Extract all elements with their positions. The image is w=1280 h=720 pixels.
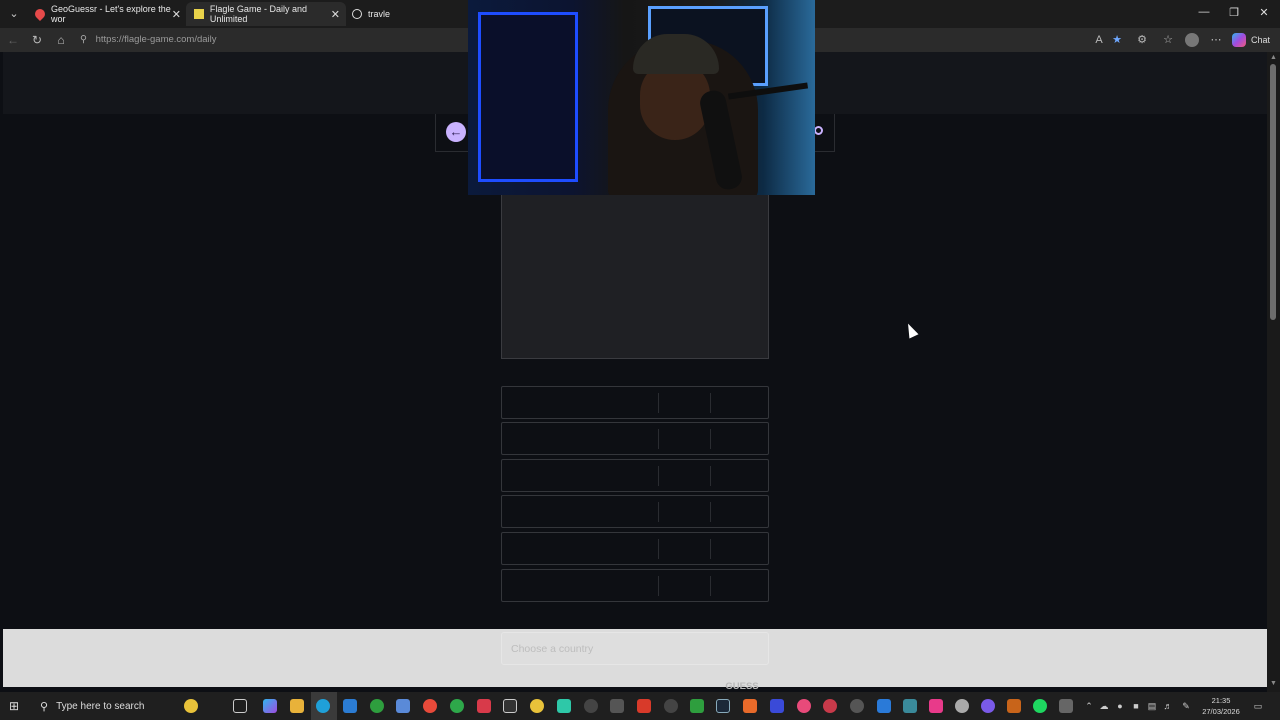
clock[interactable]: 21:35 27/03/2026	[1201, 695, 1241, 717]
back-arrow-icon[interactable]: ←	[5, 32, 21, 48]
task-view-icon[interactable]	[233, 699, 247, 713]
extensions-icon[interactable]: ⚙	[1135, 33, 1149, 47]
more-menu-icon[interactable]: ⋯	[1209, 33, 1223, 47]
chrome-icon[interactable]	[423, 699, 437, 713]
profile-avatar[interactable]	[1185, 33, 1199, 47]
app-tray-icon[interactable]: ■	[1130, 700, 1142, 712]
tab-flagle[interactable]: Flagle Game - Daily and Unlimited ✕	[186, 2, 346, 26]
windows-taskbar: ⊞ ⚲ Type here to search ⌃ ☁ ● ■ ▤ ♬ ✎ 21…	[0, 692, 1280, 720]
app-icon[interactable]	[637, 699, 651, 713]
edge-icon[interactable]	[316, 699, 330, 713]
store-icon[interactable]	[396, 699, 410, 713]
search-icon: ⚲	[40, 700, 49, 713]
discord-icon[interactable]	[981, 699, 995, 713]
tab-geoguessr[interactable]: GeoGuessr - Let's explore the wor ✕	[27, 2, 187, 26]
app-icon[interactable]	[1007, 699, 1021, 713]
outlook-icon[interactable]	[343, 699, 357, 713]
adobe-icon[interactable]	[477, 699, 491, 713]
favorites-icon[interactable]: ☆	[1161, 33, 1175, 47]
restore-icon[interactable]: ❐	[1227, 6, 1241, 19]
app-icon[interactable]	[557, 699, 571, 713]
flagle-flag-icon	[194, 9, 204, 19]
url-field-extension[interactable]	[815, 31, 1115, 49]
minimize-icon[interactable]: —	[1197, 6, 1211, 18]
clock-time: 21:35	[1211, 696, 1231, 705]
app-icon[interactable]	[743, 699, 757, 713]
minecraft-icon[interactable]	[690, 699, 704, 713]
webcam-overlay	[468, 0, 815, 195]
tray-chevron-icon[interactable]: ⌃	[1083, 700, 1095, 712]
tab-label: Flagle Game - Daily and Unlimited	[209, 4, 307, 24]
page-scrollbar[interactable]: ▲ ▼	[1267, 52, 1280, 692]
taskbar-search[interactable]: ⚲ Type here to search	[32, 692, 182, 720]
chrome-canary-icon[interactable]	[530, 699, 544, 713]
close-tab-icon[interactable]: ✕	[172, 8, 181, 21]
app-icon[interactable]	[664, 699, 678, 713]
guess-row	[501, 495, 769, 528]
xbox-icon[interactable]	[370, 699, 384, 713]
search-placeholder: Type here to search	[56, 700, 145, 712]
copilot-app-icon[interactable]	[263, 699, 277, 713]
app-icon[interactable]	[955, 699, 969, 713]
tab-actions-chevron-icon[interactable]: ⌄	[4, 4, 24, 24]
tab-label: travle	[368, 9, 391, 19]
onedrive-icon[interactable]: ☁	[1098, 700, 1110, 712]
refresh-icon[interactable]: ↻	[29, 32, 45, 48]
app-icon[interactable]	[1059, 699, 1073, 713]
copilot-icon	[1232, 33, 1246, 47]
country-select-input[interactable]: Choose a country	[501, 632, 769, 665]
steam-icon[interactable]	[716, 699, 730, 713]
geoguessr-pin-icon	[32, 6, 48, 22]
file-explorer-icon[interactable]	[290, 699, 304, 713]
tab-label: GeoGuessr - Let's explore the wor	[50, 4, 171, 24]
site-info-icon[interactable]: ⚲	[80, 34, 87, 45]
copilot-sparkle-icon[interactable]	[184, 699, 198, 713]
copilot-chat-button[interactable]: Chat	[1232, 32, 1270, 48]
spotify-icon[interactable]	[1033, 699, 1047, 713]
windows-start-icon[interactable]: ⊞	[9, 699, 23, 713]
close-tab-icon[interactable]: ✕	[331, 8, 340, 21]
guess-row	[501, 569, 769, 602]
guess-row	[501, 459, 769, 492]
guess-row	[501, 422, 769, 455]
webcam-shelf	[478, 12, 578, 182]
tiktok-icon[interactable]	[929, 699, 943, 713]
app-icon[interactable]	[877, 699, 891, 713]
scroll-thumb[interactable]	[1270, 64, 1276, 320]
app-icon[interactable]	[823, 699, 837, 713]
notifications-icon[interactable]: ▭	[1252, 700, 1264, 712]
obs-icon[interactable]	[584, 699, 598, 713]
app-icon[interactable]	[503, 699, 517, 713]
scroll-down-icon[interactable]: ▼	[1270, 680, 1277, 687]
network-icon[interactable]: ▤	[1146, 700, 1158, 712]
chat-label: Chat	[1251, 35, 1271, 45]
home-icon[interactable]: ⌂	[53, 32, 69, 48]
guess-row	[501, 532, 769, 565]
settings-circle-icon[interactable]	[814, 126, 823, 135]
app-icon[interactable]	[770, 699, 784, 713]
microphone-icon[interactable]: ●	[1114, 700, 1126, 712]
travle-compass-icon	[352, 9, 362, 19]
volume-icon[interactable]: ♬	[1162, 700, 1174, 712]
read-aloud-icon[interactable]: A	[1092, 33, 1106, 47]
close-window-icon[interactable]: ✕	[1257, 6, 1271, 19]
url-text: https://flagle-game.com/daily	[95, 34, 217, 45]
pen-icon[interactable]: ✎	[1180, 700, 1192, 712]
app-icon[interactable]	[903, 699, 917, 713]
previous-day-arrow-icon[interactable]: ←	[446, 122, 466, 142]
url-field[interactable]: ⚲ https://flagle-game.com/daily	[76, 31, 466, 49]
app-icon[interactable]	[610, 699, 624, 713]
app-icon[interactable]	[850, 699, 864, 713]
flag-display	[501, 195, 769, 359]
guess-row	[501, 386, 769, 419]
tab-travle[interactable]: travle	[344, 2, 464, 26]
scroll-up-icon[interactable]: ▲	[1270, 54, 1277, 61]
favorite-star-icon[interactable]: ★	[1110, 33, 1124, 47]
app-icon[interactable]	[797, 699, 811, 713]
chrome-profile-icon[interactable]	[450, 699, 464, 713]
clock-date: 27/03/2026	[1202, 707, 1240, 716]
